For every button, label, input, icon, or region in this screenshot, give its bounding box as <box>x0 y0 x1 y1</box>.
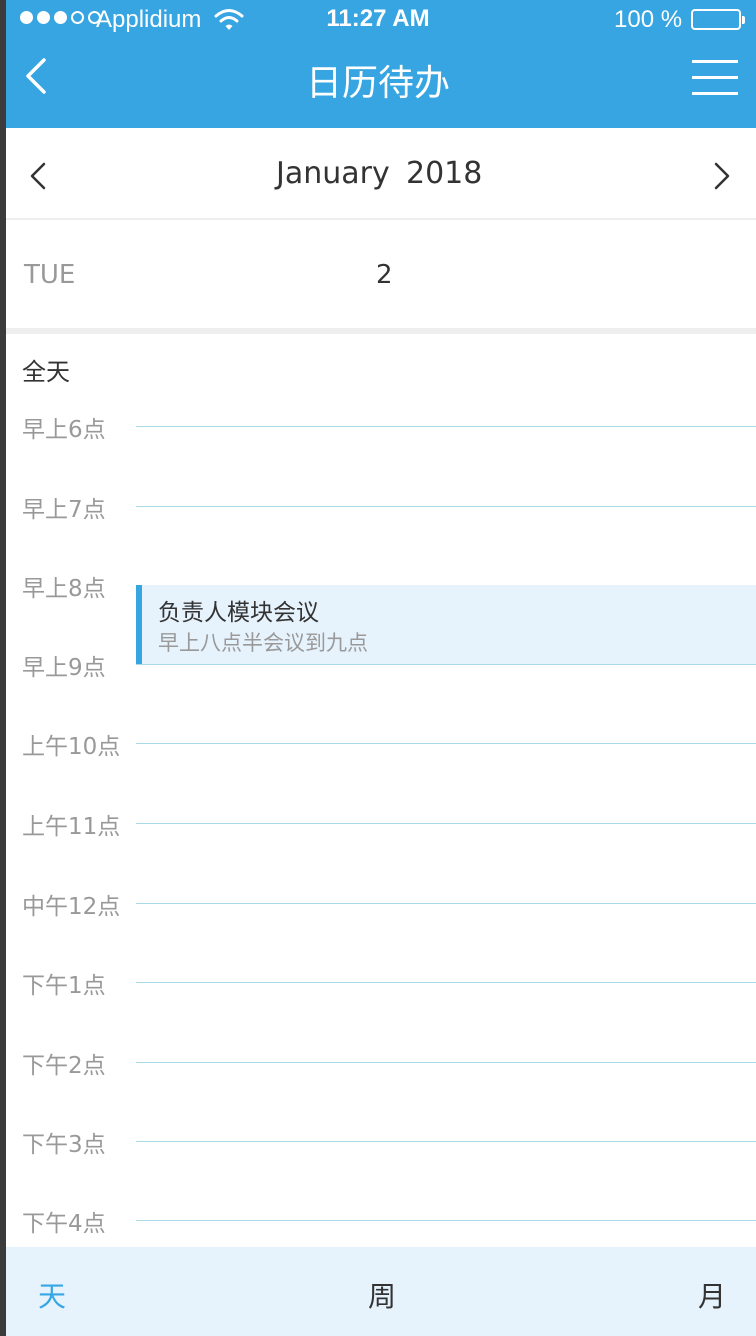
hour-gridline <box>136 743 756 744</box>
hour-gridline <box>136 426 756 427</box>
hour-label: 下午1点 <box>22 973 106 999</box>
left-edge-divider <box>0 0 6 1336</box>
battery-percentage: 100 % <box>614 6 683 33</box>
hour-row[interactable]: 中午12点 <box>0 894 756 983</box>
all-day-label: 全天 <box>22 358 70 386</box>
app-header: Applidium 11:27 AM 100 % 日历待办 <box>0 0 756 128</box>
hour-label: 早上9点 <box>22 655 106 681</box>
hour-gridline <box>136 1141 756 1142</box>
event-accent-bar <box>136 585 142 664</box>
hour-label: 早上8点 <box>22 576 106 602</box>
page-title: 日历待办 <box>305 63 450 104</box>
calendar-day-view: Applidium 11:27 AM 100 % 日历待办 January 20… <box>0 0 756 1336</box>
year-label: 2018 <box>406 156 483 191</box>
hour-row[interactable]: 下午2点 <box>0 1053 756 1142</box>
hour-row[interactable]: 早上6点 <box>0 417 756 506</box>
hour-row[interactable]: 早上7点 <box>0 497 756 586</box>
tab-week[interactable]: 周 <box>368 1275 396 1315</box>
view-mode-tabbar: 天 周 月 <box>0 1247 756 1336</box>
section-divider <box>0 328 756 334</box>
status-bar: Applidium 11:27 AM 100 % <box>0 0 756 40</box>
next-month-button[interactable] <box>710 160 734 192</box>
hour-label: 下午4点 <box>22 1211 106 1237</box>
selected-day-row[interactable]: TUE 2 <box>0 222 756 328</box>
hour-row[interactable]: 下午3点 <box>0 1132 756 1221</box>
hour-gridline <box>136 982 756 983</box>
hour-row[interactable]: 下午1点 <box>0 973 756 1062</box>
previous-month-button[interactable] <box>26 160 50 192</box>
hour-label: 上午11点 <box>22 814 121 840</box>
hour-label: 下午3点 <box>22 1132 106 1158</box>
tab-month[interactable]: 月 <box>698 1275 726 1315</box>
event-card[interactable]: 负责人模块会议 早上八点半会议到九点 <box>136 585 756 664</box>
hour-label: 中午12点 <box>22 894 121 920</box>
menu-button[interactable] <box>692 58 740 98</box>
hour-label: 下午2点 <box>22 1053 106 1079</box>
day-number: 2 <box>376 260 393 290</box>
hour-label: 上午10点 <box>22 734 121 760</box>
hour-gridline <box>136 664 756 665</box>
event-time-description: 早上八点半会议到九点 <box>158 631 368 655</box>
battery-icon <box>691 9 745 30</box>
hour-gridline <box>136 823 756 824</box>
hour-label: 早上6点 <box>22 417 106 443</box>
tab-day[interactable]: 天 <box>38 1275 66 1315</box>
event-title: 负责人模块会议 <box>158 600 319 626</box>
hour-gridline <box>136 506 756 507</box>
weekday-label: TUE <box>24 260 76 290</box>
hour-gridline <box>136 1220 756 1221</box>
hour-gridline <box>136 903 756 904</box>
month-navigation: January 2018 <box>0 132 756 220</box>
hour-label: 早上7点 <box>22 497 106 523</box>
month-label: January <box>276 156 390 191</box>
hour-gridline <box>136 1062 756 1063</box>
